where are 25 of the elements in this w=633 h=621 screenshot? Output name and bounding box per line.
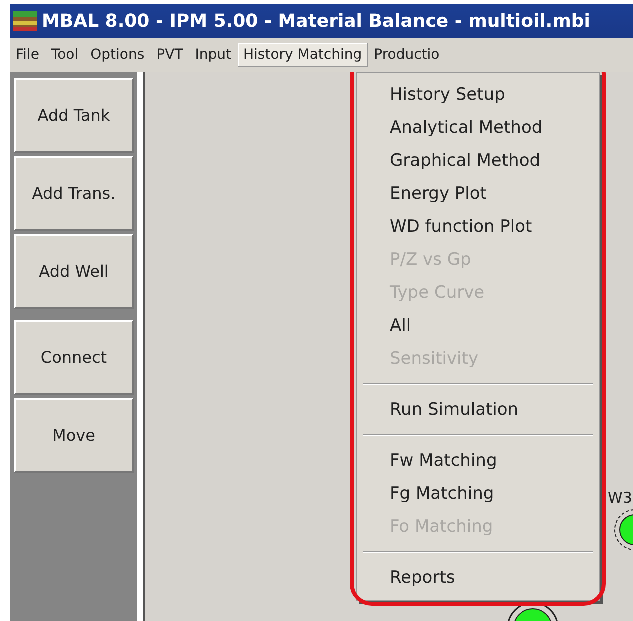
- menu-item[interactable]: Options: [84, 43, 151, 67]
- menu-item[interactable]: History Matching: [238, 43, 368, 67]
- toolbox-button[interactable]: Add Well: [14, 234, 134, 309]
- menu-item[interactable]: History Setup: [363, 78, 593, 111]
- menu-item[interactable]: Reports: [363, 561, 593, 594]
- menu-item[interactable]: Fg Matching: [363, 477, 593, 510]
- app-icon: [12, 8, 38, 34]
- menu-item[interactable]: Tool: [45, 43, 85, 67]
- menu-item[interactable]: File: [10, 43, 46, 67]
- menu-item[interactable]: All: [363, 309, 593, 342]
- menu-item[interactable]: PVT: [150, 43, 190, 67]
- menu-item[interactable]: Energy Plot: [363, 177, 593, 210]
- menu-item[interactable]: Graphical Method: [363, 144, 593, 177]
- toolbox-button[interactable]: Move: [14, 398, 134, 473]
- menu-item[interactable]: Analytical Method: [363, 111, 593, 144]
- window-title: MBAL 8.00 - IPM 5.00 - Material Balance - multioil.mbi: [42, 10, 590, 32]
- toolbox-button[interactable]: Add Trans.: [14, 156, 134, 231]
- toolbox-button[interactable]: Connect: [14, 320, 134, 395]
- node-label: W3: [608, 489, 632, 507]
- menu-item[interactable]: WD function Plot: [363, 210, 593, 243]
- menu-item[interactable]: Run Simulation: [363, 393, 593, 426]
- menu-item[interactable]: Input: [189, 43, 238, 67]
- toolbox-button[interactable]: Add Tank: [14, 78, 134, 153]
- menu-item[interactable]: Fw Matching: [363, 444, 593, 477]
- menu-item[interactable]: Productio: [368, 43, 446, 67]
